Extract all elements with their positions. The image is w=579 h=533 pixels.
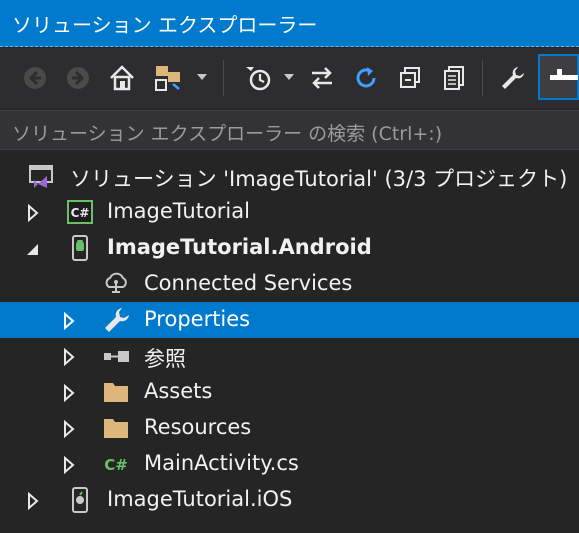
tree-item-label: ImageTutorial.Android xyxy=(107,235,372,259)
collapse-all-icon[interactable] xyxy=(392,60,428,96)
sync-active-document-icon[interactable] xyxy=(304,60,340,96)
tree-row-properties[interactable]: Properties xyxy=(0,302,579,338)
expand-arrow-icon[interactable] xyxy=(62,383,76,403)
toolbar xyxy=(0,48,579,108)
ios-project-icon xyxy=(66,486,94,514)
tree-row-mainactivity[interactable]: C# MainActivity.cs xyxy=(0,446,579,482)
expand-arrow-icon[interactable] xyxy=(26,203,40,223)
tree-item-label: ImageTutorial.iOS xyxy=(107,487,293,511)
toolbar-separator xyxy=(482,60,483,96)
folder-icon xyxy=(102,378,130,406)
solution-tree: ソリューション 'ImageTutorial' (3/3 プロジェクト) C# … xyxy=(0,158,579,518)
window-title-bar: ソリューション エクスプローラー xyxy=(0,0,579,47)
wrench-icon xyxy=(102,306,130,334)
references-icon xyxy=(102,342,130,370)
tree-item-label: Properties xyxy=(144,307,251,331)
refresh-icon[interactable] xyxy=(348,60,384,96)
switch-views-icon[interactable] xyxy=(150,60,186,96)
svg-text:C#: C# xyxy=(71,206,90,220)
tree-item-label: 参照 xyxy=(144,347,186,371)
tree-item-label: Connected Services xyxy=(144,271,353,295)
switch-views-dropdown-caret[interactable] xyxy=(197,74,207,80)
home-icon[interactable] xyxy=(104,60,140,96)
csharp-project-icon: C# xyxy=(66,198,94,226)
pending-changes-filter-icon[interactable] xyxy=(240,60,276,96)
tree-row-imagetutorial[interactable]: C# ImageTutorial xyxy=(0,194,579,230)
folder-icon xyxy=(102,414,130,442)
connected-services-icon xyxy=(102,270,130,298)
tree-row-imagetutorial-ios[interactable]: ImageTutorial.iOS xyxy=(0,482,579,518)
window-title: ソリューション エクスプローラー xyxy=(12,13,318,37)
android-project-icon xyxy=(66,234,94,262)
show-all-files-icon[interactable] xyxy=(436,60,472,96)
preview-selected-icon[interactable] xyxy=(538,54,579,100)
forward-icon[interactable] xyxy=(60,60,96,96)
tree-item-label: Resources xyxy=(144,415,252,439)
solution-icon xyxy=(27,162,55,190)
expand-arrow-icon[interactable] xyxy=(62,455,76,475)
tree-row-assets[interactable]: Assets xyxy=(0,374,579,410)
csharp-file-icon: C# xyxy=(102,450,130,478)
expand-arrow-icon[interactable] xyxy=(62,347,76,367)
search-placeholder: ソリューション エクスプローラー の検索 (Ctrl+:) xyxy=(12,123,443,145)
search-input[interactable]: ソリューション エクスプローラー の検索 (Ctrl+:) xyxy=(0,110,579,150)
properties-wrench-icon[interactable] xyxy=(494,60,530,96)
tree-item-label: ソリューション 'ImageTutorial' (3/3 プロジェクト) xyxy=(70,167,568,191)
tree-row-imagetutorial-android[interactable]: ImageTutorial.Android xyxy=(0,230,579,266)
preview-bar xyxy=(550,75,578,80)
expand-arrow-icon[interactable] xyxy=(26,491,40,511)
filter-dropdown-caret[interactable] xyxy=(284,74,294,80)
toolbar-separator xyxy=(223,60,224,96)
tree-row-connected-services[interactable]: Connected Services xyxy=(0,266,579,302)
back-icon[interactable] xyxy=(17,60,53,96)
tree-item-label: Assets xyxy=(144,379,213,403)
tree-row-references[interactable]: 参照 xyxy=(0,338,579,374)
expand-arrow-icon[interactable] xyxy=(62,311,76,331)
tree-row-solution[interactable]: ソリューション 'ImageTutorial' (3/3 プロジェクト) xyxy=(0,158,579,194)
tree-item-label: MainActivity.cs xyxy=(144,451,299,475)
collapse-arrow-icon[interactable] xyxy=(26,240,40,258)
tree-item-label: ImageTutorial xyxy=(107,199,250,223)
expand-arrow-icon[interactable] xyxy=(62,419,76,439)
tree-row-resources[interactable]: Resources xyxy=(0,410,579,446)
svg-text:C#: C# xyxy=(104,456,128,474)
